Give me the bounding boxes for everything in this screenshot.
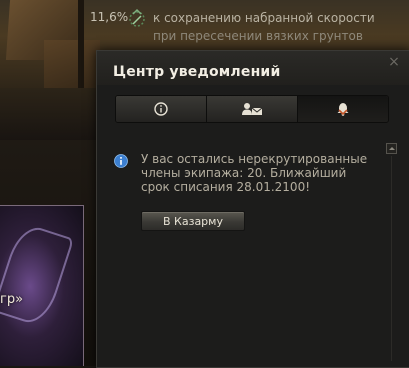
tab-personal-messages[interactable] [207,96,298,122]
event-card-art [0,205,84,366]
info-circle-icon [114,153,128,172]
close-icon[interactable]: × [387,55,401,69]
event-card-text: гр» [0,292,24,307]
chevron-down-icon [338,109,348,115]
scroll-up-button[interactable] [386,143,397,154]
panel-header: Центр уведомлений × [97,51,409,85]
tab-notifications[interactable] [298,96,388,122]
scrollbar-track[interactable] [391,156,392,361]
bonus-percent: 11,6% [90,10,129,24]
go-to-barracks-button[interactable]: В Казарму [141,211,245,231]
speed-retention-icon [128,8,146,28]
personal-message-icon [242,103,263,115]
panel-title: Центр уведомлений [113,64,281,80]
notification-message: У вас остались нерекрутированные члены э… [141,152,368,194]
bonus-description: к сохранению набранной скорости при пере… [153,9,409,45]
tab-info[interactable] [116,96,207,122]
bonus-description-line2: при пересечении вязких грунтов [153,29,363,43]
bonus-description-line1: к сохранению набранной скорости [153,11,375,25]
notification-tabs [115,95,389,123]
notification-center-panel: Центр уведомлений × У вас остались нерек… [96,50,409,368]
info-icon [154,102,168,116]
